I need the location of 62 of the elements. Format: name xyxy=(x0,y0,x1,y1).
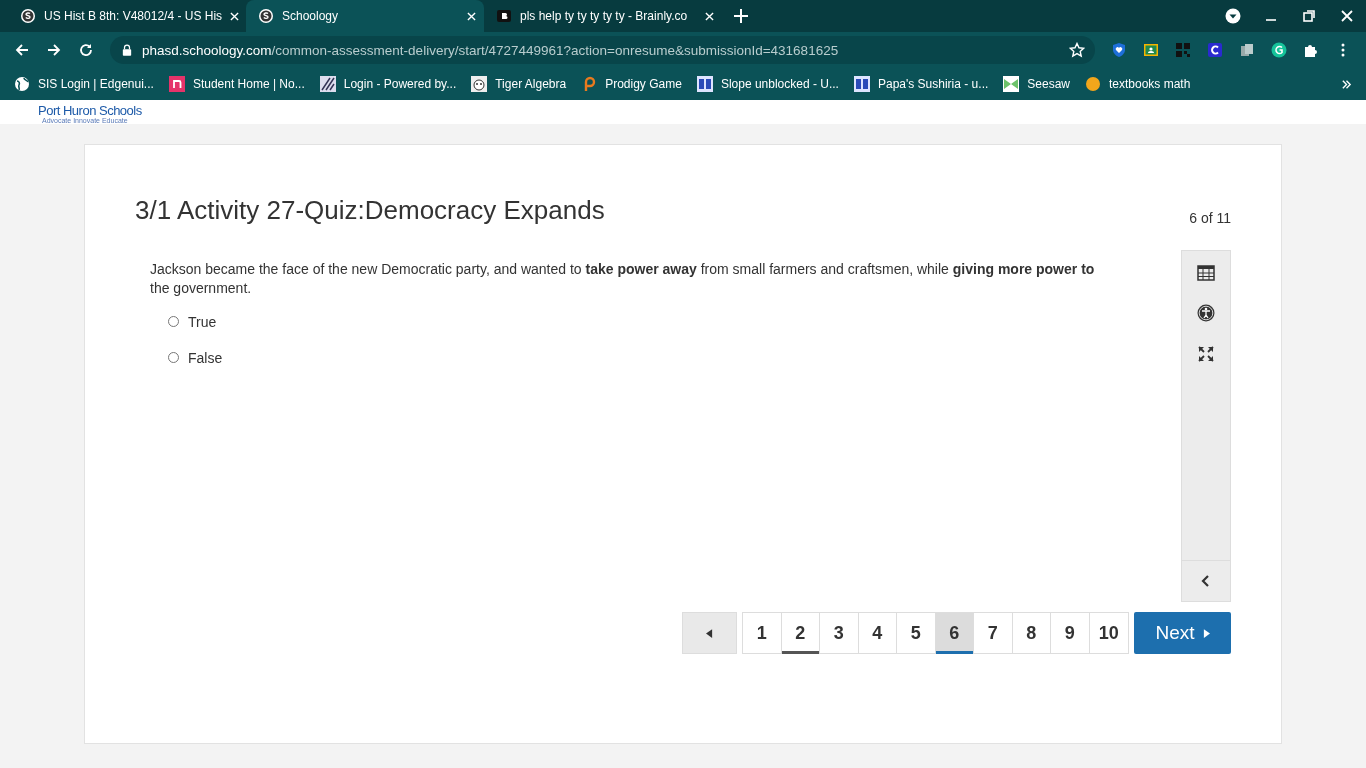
bookmark[interactable]: Papa's Sushiria - u... xyxy=(853,76,989,92)
address-bar[interactable]: phasd.schoology.com/common-assessment-delivery/start/4727449961?action=onresume&submissionId=431681625 xyxy=(110,36,1095,64)
calendar-icon[interactable] xyxy=(1197,263,1215,281)
extension-icon[interactable] xyxy=(1207,42,1223,58)
chevron-left-icon xyxy=(1201,575,1211,587)
question-text: Jackson became the face of the new Democratic party, and wanted to take power away from small farmers and craftsmen, while giving more power to the government. xyxy=(150,260,1096,298)
classroom-icon[interactable] xyxy=(1143,42,1159,58)
bookmark-icon xyxy=(319,76,336,92)
school-name: Port Huron Schools xyxy=(38,102,143,117)
forward-icon[interactable] xyxy=(46,42,62,58)
chevron-icon[interactable] xyxy=(1341,78,1352,90)
reload-icon[interactable] xyxy=(78,42,94,58)
puzzle-icon[interactable] xyxy=(1303,42,1319,58)
bookmark[interactable]: Slope unblocked - U... xyxy=(696,76,839,92)
bookmark-icon xyxy=(1003,76,1020,92)
star-icon[interactable] xyxy=(1069,42,1085,58)
browser-tab[interactable]: Schoology xyxy=(246,0,484,32)
close-icon[interactable] xyxy=(230,11,240,21)
fullscreen-icon[interactable] xyxy=(1197,345,1215,363)
new-tab-icon[interactable] xyxy=(734,9,748,23)
lock-icon xyxy=(122,44,132,56)
browser-tab[interactable]: pls help ty ty ty ty ty - Brainly.co xyxy=(484,0,722,32)
bookmark-icon xyxy=(696,76,713,92)
page-button[interactable]: 2 xyxy=(781,613,820,653)
dot-icon xyxy=(1085,76,1101,92)
close-icon[interactable] xyxy=(1339,8,1355,24)
bookmark-icon xyxy=(853,76,870,92)
dropdown-icon[interactable] xyxy=(1225,8,1241,24)
bookmark[interactable]: Student Home | No... xyxy=(168,76,305,92)
close-icon[interactable] xyxy=(705,11,714,21)
tab-title: pls help ty ty ty ty ty - Brainly.co xyxy=(520,9,689,23)
accessibility-icon[interactable] xyxy=(1197,304,1215,322)
globe-icon xyxy=(14,76,30,92)
tiger-icon xyxy=(471,76,488,92)
right-triangle-icon xyxy=(1202,628,1210,638)
bookmark[interactable]: Tiger Algebra xyxy=(471,76,567,92)
back-icon[interactable] xyxy=(14,42,30,58)
left-triangle-icon xyxy=(706,628,713,638)
copy-icon[interactable] xyxy=(1239,42,1255,58)
restore-icon[interactable] xyxy=(1301,8,1317,24)
bookmark-icon xyxy=(168,76,185,92)
answer-option[interactable]: True xyxy=(168,312,1096,331)
tab-title: Schoology xyxy=(282,9,340,23)
question-counter: 6 of 11 xyxy=(1189,210,1231,226)
schoology-icon xyxy=(20,8,36,24)
grammarly-icon[interactable] xyxy=(1271,42,1287,58)
bookmark[interactable]: textbooks math xyxy=(1085,76,1191,92)
shield-icon[interactable] xyxy=(1111,42,1127,58)
schoology-icon xyxy=(258,8,274,24)
next-button[interactable]: Next xyxy=(1134,612,1231,654)
bookmark[interactable]: Seesaw xyxy=(1003,76,1070,92)
url-text: phasd.schoology.com/common-assessment-delivery/start/4727449961?action=onresume&submissionId=431681625 xyxy=(142,42,840,58)
bookmark[interactable]: Prodigy Game xyxy=(581,76,682,92)
page-button[interactable]: 6 xyxy=(935,613,974,653)
tab-title: US Hist B 8th: V48012/4 - US His xyxy=(44,9,223,23)
bookmark[interactable]: Login - Powered by... xyxy=(319,76,457,92)
quiz-title: 3/1 Activity 27-Quiz:Democracy Expands xyxy=(135,195,605,226)
brainly-icon xyxy=(496,8,512,24)
browser-tab[interactable]: US Hist B 8th: V48012/4 - US His xyxy=(8,0,246,32)
answer-option[interactable]: False xyxy=(168,348,1096,367)
close-icon[interactable] xyxy=(467,11,476,21)
bookmark[interactable]: SIS Login | Edgenui... xyxy=(14,76,154,92)
